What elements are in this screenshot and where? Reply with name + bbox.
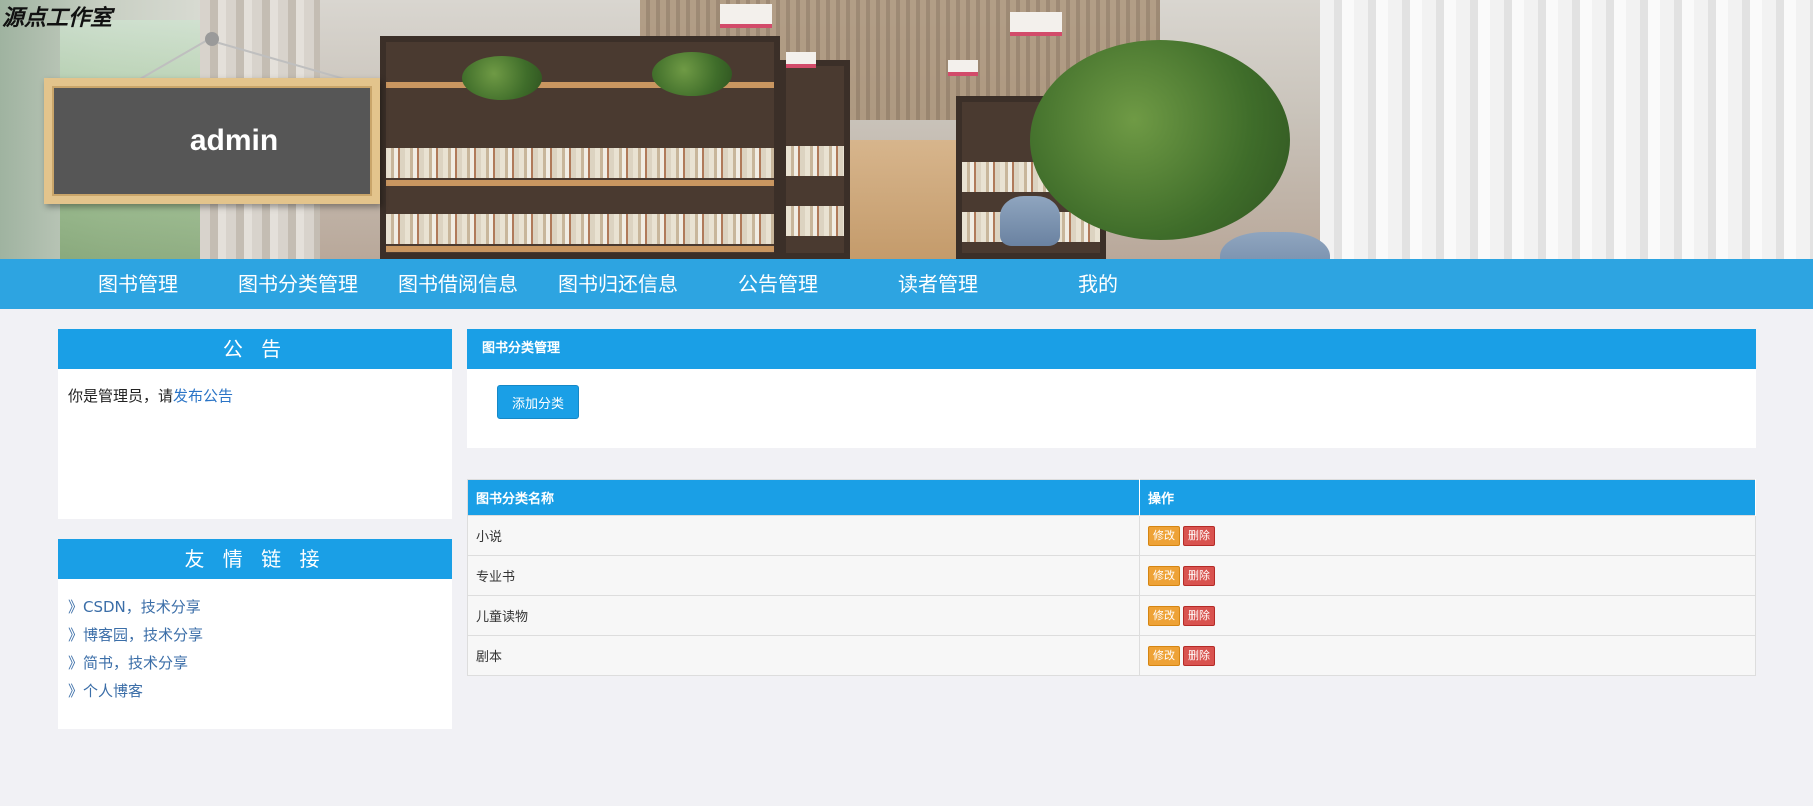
category-name-cell: 剧本 <box>467 635 1140 676</box>
category-name-cell: 小说 <box>467 515 1140 556</box>
table-row: 专业书 修改 删除 <box>467 555 1756 596</box>
user-board: admin <box>44 78 380 204</box>
edit-button[interactable]: 修改 <box>1148 565 1180 586</box>
delete-button[interactable]: 删除 <box>1183 605 1215 626</box>
friend-links-panel: 友 情 链 接 》CSDN，技术分享 》博客园，技术分享 》简书，技术分享 》个… <box>58 539 452 729</box>
edit-button[interactable]: 修改 <box>1148 605 1180 626</box>
notice-text: 你是管理员，请 <box>68 387 174 405</box>
actions-cell: 修改 删除 <box>1139 635 1756 676</box>
actions-cell: 修改 删除 <box>1139 515 1756 556</box>
hanging-sign <box>786 52 816 68</box>
category-table: 图书分类名称 操作 小说 修改 删除 专业书 修改 删除 儿童读物 修改 删除 剧本 … <box>467 479 1756 676</box>
chair <box>1220 232 1330 259</box>
table-row: 剧本 修改 删除 <box>467 635 1756 676</box>
friend-link-jianshu[interactable]: 》简书，技术分享 <box>68 649 442 677</box>
nav-item-category-management[interactable]: 图书分类管理 <box>220 259 376 309</box>
column-header-actions: 操作 <box>1139 479 1756 516</box>
notice-body: 你是管理员，请发布公告 <box>58 369 452 422</box>
notice-panel: 公 告 你是管理员，请发布公告 <box>58 329 452 519</box>
friend-link-cnblogs[interactable]: 》博客园，技术分享 <box>68 621 442 649</box>
banner-curtain-right <box>1320 0 1813 259</box>
nav-item-mine[interactable]: 我的 <box>1020 259 1176 309</box>
page-title: 图书分类管理 <box>467 329 1756 369</box>
nav-item-borrow-info[interactable]: 图书借阅信息 <box>380 259 536 309</box>
nav-item-return-info[interactable]: 图书归还信息 <box>540 259 696 309</box>
hanging-sign <box>1010 12 1062 36</box>
table-row: 小说 修改 删除 <box>467 515 1756 556</box>
edit-button[interactable]: 修改 <box>1148 525 1180 546</box>
column-header-category-name: 图书分类名称 <box>467 479 1140 516</box>
notice-title: 公 告 <box>58 329 452 369</box>
plant <box>652 52 732 96</box>
main-nav: 图书管理 图书分类管理 图书借阅信息 图书归还信息 公告管理 读者管理 我的 <box>0 259 1813 309</box>
friend-links-list: 》CSDN，技术分享 》博客园，技术分享 》简书，技术分享 》个人博客 <box>58 579 452 719</box>
nav-item-reader-management[interactable]: 读者管理 <box>860 259 1016 309</box>
board-pin <box>205 32 219 46</box>
plant <box>1030 40 1290 240</box>
table-header-row: 图书分类名称 操作 <box>467 479 1756 516</box>
nav-item-notice-management[interactable]: 公告管理 <box>700 259 856 309</box>
category-name-cell: 专业书 <box>467 555 1140 596</box>
delete-button[interactable]: 删除 <box>1183 565 1215 586</box>
add-category-button[interactable]: 添加分类 <box>497 385 579 419</box>
publish-notice-link[interactable]: 发布公告 <box>173 387 233 405</box>
chair <box>1000 196 1060 246</box>
site-logo: 源点工作室 <box>2 6 113 31</box>
category-card: 图书分类管理 添加分类 <box>467 329 1756 448</box>
friend-link-csdn[interactable]: 》CSDN，技术分享 <box>68 593 442 621</box>
hanging-sign <box>948 60 978 76</box>
category-name-cell: 儿童读物 <box>467 595 1140 636</box>
bookshelf <box>780 60 850 259</box>
actions-cell: 修改 删除 <box>1139 555 1756 596</box>
friend-links-title: 友 情 链 接 <box>58 539 452 579</box>
friend-link-personal-blog[interactable]: 》个人博客 <box>68 677 442 705</box>
edit-button[interactable]: 修改 <box>1148 645 1180 666</box>
username-label: admin <box>189 124 279 157</box>
delete-button[interactable]: 删除 <box>1183 525 1215 546</box>
delete-button[interactable]: 删除 <box>1183 645 1215 666</box>
hanging-sign <box>720 4 772 28</box>
table-row: 儿童读物 修改 删除 <box>467 595 1756 636</box>
plant <box>462 56 542 100</box>
nav-item-book-management[interactable]: 图书管理 <box>60 259 216 309</box>
actions-cell: 修改 删除 <box>1139 595 1756 636</box>
